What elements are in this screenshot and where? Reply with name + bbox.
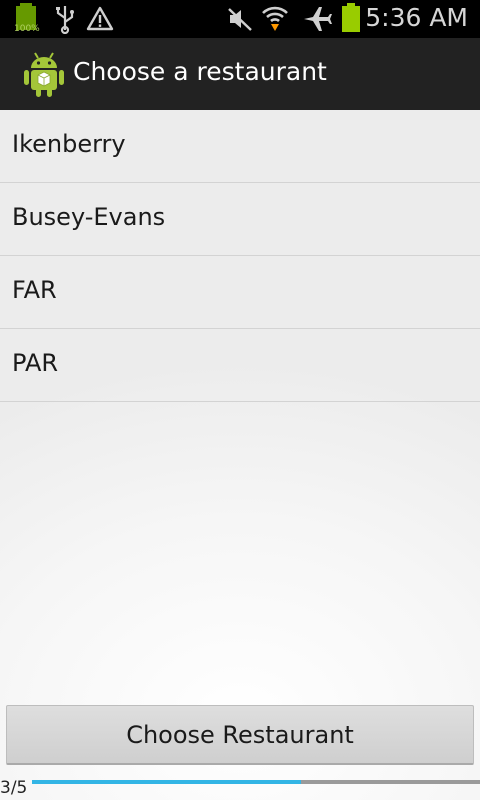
- clock: 5:36 AM: [365, 3, 468, 32]
- pager: 3/5: [0, 778, 480, 800]
- choose-restaurant-button[interactable]: Choose Restaurant: [6, 705, 474, 765]
- status-bar: 100% 5:36 AM: [0, 0, 480, 38]
- restaurant-list: Ikenberry Busey-Evans FAR PAR: [0, 110, 480, 402]
- list-item-ikenberry[interactable]: Ikenberry: [0, 110, 480, 183]
- list-item-label: Busey-Evans: [12, 203, 166, 231]
- list-item-busey-evans[interactable]: Busey-Evans: [0, 183, 480, 256]
- warning-icon: [86, 6, 114, 31]
- progress-fill: [32, 780, 301, 784]
- progress-track: [32, 780, 480, 784]
- main-content: Ikenberry Busey-Evans FAR PAR Choose Res…: [0, 110, 480, 800]
- airplane-mode-icon: [304, 7, 332, 31]
- page-indicator: 3/5: [0, 778, 28, 798]
- android-icon[interactable]: [22, 50, 66, 98]
- battery-icon: [342, 3, 360, 32]
- wifi-icon: [262, 6, 288, 31]
- list-item-label: Ikenberry: [12, 130, 126, 158]
- list-item-far[interactable]: FAR: [0, 256, 480, 329]
- list-item-label: FAR: [12, 276, 57, 304]
- battery-percent-label: 100%: [14, 24, 40, 34]
- usb-icon: [56, 6, 74, 34]
- list-item-label: PAR: [12, 349, 59, 377]
- mute-icon: [228, 8, 252, 31]
- list-item-par[interactable]: PAR: [0, 329, 480, 402]
- action-bar: Choose a restaurant: [0, 38, 480, 110]
- page-title: Choose a restaurant: [73, 57, 327, 86]
